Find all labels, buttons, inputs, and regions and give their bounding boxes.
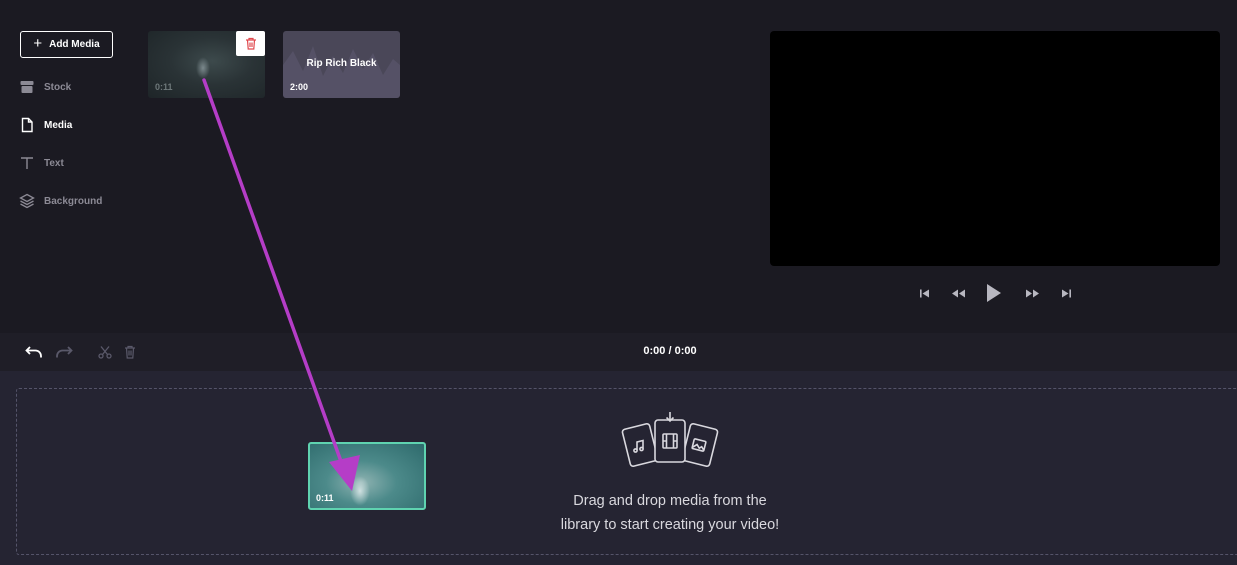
media-tile-audio[interactable]: Rip Rich Black 2:00 — [283, 31, 400, 98]
sidebar-item-text[interactable]: Text — [19, 153, 64, 173]
skip-end-icon — [1061, 289, 1071, 297]
play-button[interactable] — [982, 280, 1006, 306]
sidebar-item-stock[interactable]: Stock — [19, 77, 71, 97]
timeline-toolbar: 0:00 / 0:00 — [0, 333, 1237, 371]
skip-start-icon — [919, 289, 929, 297]
sidebar-item-media[interactable]: Media — [19, 115, 72, 135]
play-icon — [987, 284, 1001, 302]
redo-icon — [56, 346, 73, 358]
sidebar-item-label: Text — [44, 157, 64, 169]
layers-icon — [19, 193, 35, 209]
dropzone-text-line1: Drag and drop media from the — [573, 493, 767, 509]
add-media-button[interactable]: + Add Media — [20, 31, 113, 58]
text-icon — [21, 157, 33, 169]
fast-forward-button[interactable] — [1020, 280, 1044, 306]
undo-button[interactable] — [24, 342, 44, 362]
skip-to-start-button[interactable] — [914, 280, 934, 306]
time-display: 0:00 / 0:00 — [643, 345, 697, 357]
split-button[interactable] — [95, 342, 115, 362]
store-icon — [20, 81, 34, 93]
clip-duration: 0:11 — [316, 493, 334, 503]
delete-media-button[interactable] — [236, 31, 265, 56]
trash-icon — [245, 37, 256, 50]
add-media-label: Add Media — [49, 39, 100, 50]
rewind-icon — [951, 289, 965, 297]
redo-button[interactable] — [54, 342, 74, 362]
sidebar-item-label: Stock — [44, 81, 72, 93]
sidebar-item-label: Background — [44, 195, 103, 207]
sidebar-item-background[interactable]: Background — [19, 191, 102, 211]
undo-icon — [25, 346, 42, 358]
playback-controls — [912, 280, 1080, 306]
clip-thumbnail — [350, 476, 370, 506]
tile-duration: 2:00 — [290, 82, 309, 92]
trash-icon — [125, 345, 135, 359]
tile-title: Rip Rich Black — [306, 58, 377, 69]
scissors-icon — [98, 346, 112, 359]
timeline-clip[interactable]: 0:11 — [308, 442, 426, 510]
plus-icon: + — [33, 35, 43, 52]
media-files-icon — [621, 412, 719, 467]
delete-clip-button[interactable] — [120, 342, 140, 362]
tile-duration: 0:11 — [155, 82, 173, 92]
skip-to-end-button[interactable] — [1056, 280, 1076, 306]
video-preview — [770, 31, 1220, 266]
rewind-button[interactable] — [946, 280, 970, 306]
dropzone-text-line2: library to start creating your video! — [560, 517, 780, 533]
sidebar-item-label: Media — [44, 119, 73, 131]
dropzone-instructions: Drag and drop media from the library to … — [520, 489, 820, 537]
fast-forward-icon — [1025, 289, 1039, 297]
video-thumbnail — [196, 57, 210, 79]
file-icon — [21, 117, 33, 133]
